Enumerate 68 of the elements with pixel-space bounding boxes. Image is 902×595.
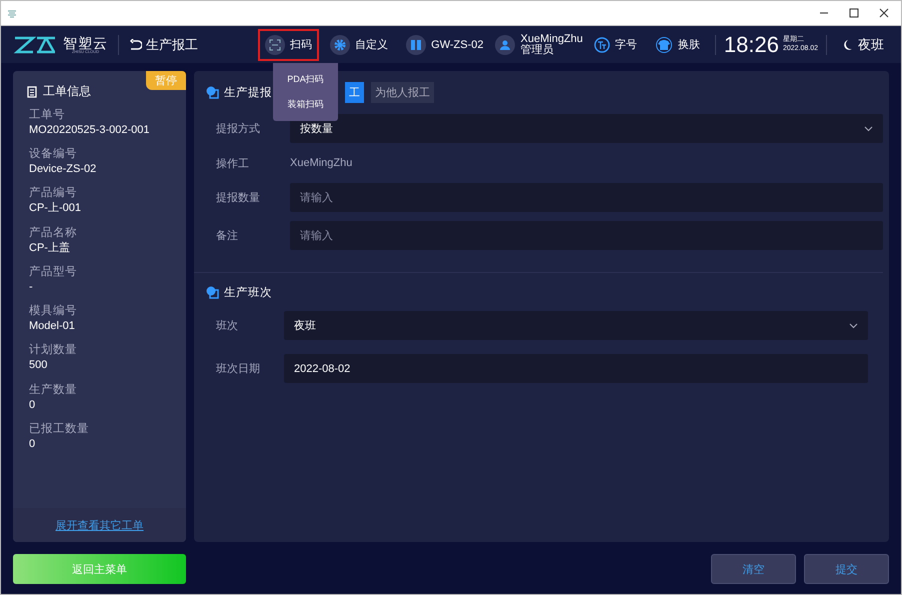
maximize-icon[interactable] (849, 8, 859, 18)
field-value: - (29, 280, 34, 294)
field-label: 工单号 (29, 108, 66, 123)
field-label: 已报工数量 (29, 422, 90, 437)
field-label: 模具编号 (29, 304, 78, 320)
scan-button[interactable]: 扫码 (258, 28, 320, 60)
clipboard-icon (27, 86, 37, 98)
field-value: Device-ZS-02 (29, 162, 98, 176)
logo-text: 智塑云 (63, 36, 108, 50)
font-size-icon (594, 36, 610, 52)
form-label: 提报数量 (216, 191, 261, 205)
more-orders-link[interactable]: 展开查看其它工单 (56, 520, 144, 532)
field-value: CP-上-001 (29, 201, 82, 216)
field-label: 产品名称 (29, 226, 78, 241)
back-title-button[interactable]: 生产报工 (129, 36, 198, 54)
shift-button[interactable]: 夜班 (835, 30, 891, 60)
form-label: 备注 (216, 228, 239, 243)
shirt-icon (654, 36, 673, 52)
form-label: 提报方式 (216, 122, 261, 136)
user-name: XueMingZhu (520, 34, 583, 44)
section-title: 生产班次 (224, 286, 272, 300)
field-label: 设备编号 (29, 147, 78, 162)
form-label: 操作工 (216, 156, 250, 170)
font-size-button[interactable]: 字号 (586, 30, 644, 58)
section-icon (206, 286, 219, 298)
field-label: 计划数量 (29, 343, 78, 358)
field-value: CP-上盖 (29, 240, 71, 255)
moon-icon (842, 38, 853, 50)
report-tab[interactable]: 工 (345, 82, 364, 102)
field-value: 0 (29, 398, 36, 412)
clock-time: 18:26 (724, 32, 779, 58)
user-role: 管理员 (520, 44, 554, 56)
card-title: 工单信息 (43, 83, 91, 100)
section-title: 生产提报 (224, 86, 272, 100)
field-label: 产品型号 (29, 264, 78, 280)
chevron-down-icon (849, 322, 858, 328)
gear-icon (334, 38, 346, 50)
customize-button[interactable]: 自定义 (323, 28, 396, 60)
section-icon (206, 86, 219, 98)
menu-item[interactable]: PDA扫码 (287, 73, 324, 86)
menu-item[interactable]: 装箱扫码 (288, 98, 324, 111)
logo-icon (13, 34, 57, 54)
submit-button[interactable]: 提交 (804, 554, 889, 584)
form-label: 班次 (216, 319, 239, 333)
app-icon (7, 8, 17, 18)
close-icon[interactable] (879, 8, 889, 18)
input-field[interactable]: 请输入 (290, 183, 883, 212)
form-label: 班次日期 (216, 362, 261, 376)
report-tab[interactable]: 为他人报工 (371, 82, 434, 102)
clear-button[interactable]: 清空 (711, 554, 796, 584)
select-field[interactable]: 按数量 (290, 114, 883, 143)
field-value: 0 (29, 436, 36, 452)
field-value: 500 (29, 358, 48, 373)
input-field[interactable]: 请输入 (290, 221, 883, 250)
status-badge: 暂停 (146, 71, 186, 90)
operator-value: XueMingZhu (290, 157, 352, 169)
device-button[interactable]: GW-ZS-02 (399, 28, 491, 60)
field-value: Model-01 (29, 319, 76, 334)
field-value: MO20220525-3-002-001 (29, 122, 150, 138)
chevron-down-icon (864, 126, 873, 132)
return-arrow-icon (129, 38, 142, 50)
date-field[interactable]: 2022-08-02 (284, 354, 868, 383)
field-label: 生产数量 (29, 382, 78, 398)
select-field[interactable]: 夜班 (284, 311, 868, 340)
scan-icon (269, 38, 282, 50)
user-icon (498, 38, 511, 50)
skin-button[interactable]: 换肤 (648, 30, 707, 58)
field-label: 产品编号 (29, 186, 78, 202)
